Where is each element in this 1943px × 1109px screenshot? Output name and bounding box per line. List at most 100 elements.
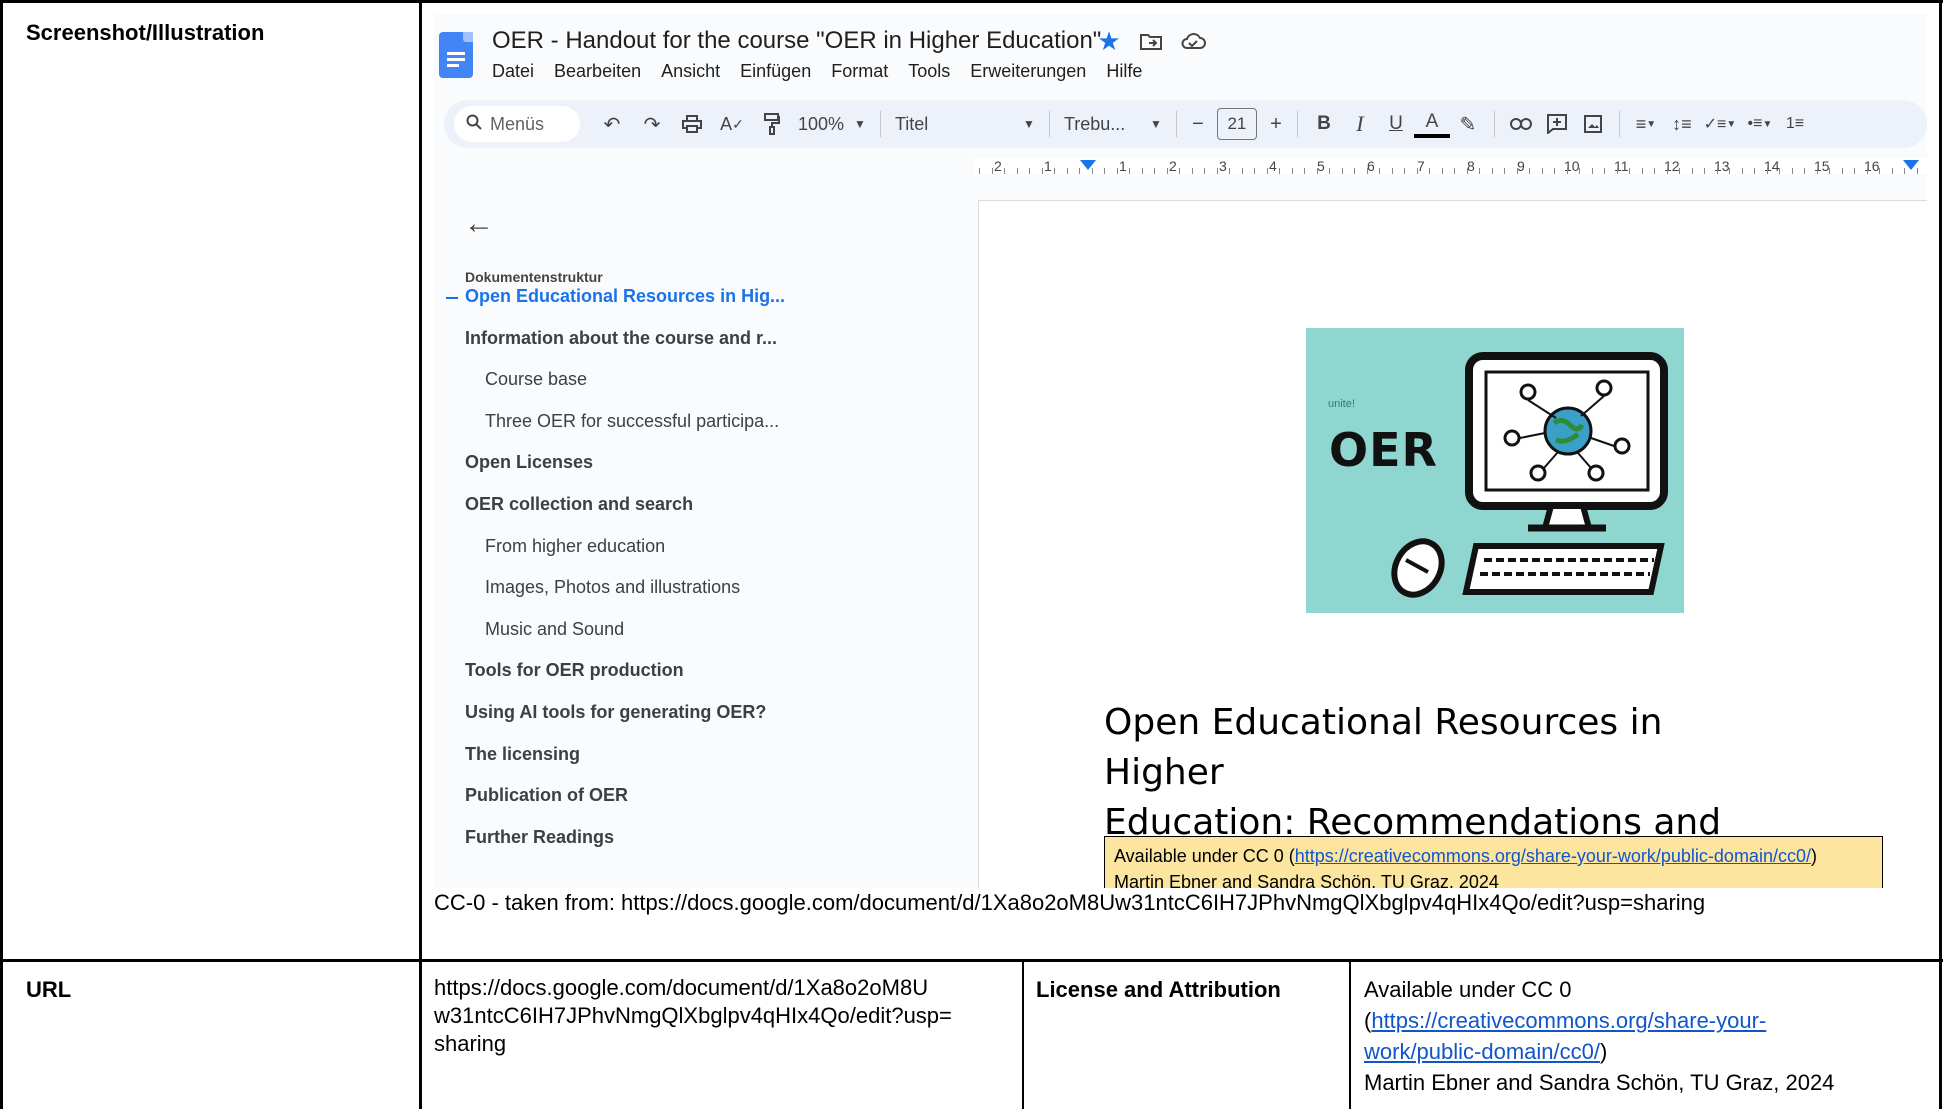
license-link-part-1[interactable]: https://creativecommons.org/share-your- xyxy=(1371,1008,1766,1033)
italic-button[interactable]: I xyxy=(1342,104,1378,144)
ruler-tick xyxy=(1616,168,1618,174)
license-cell: Available under CC 0 (https://creativeco… xyxy=(1364,974,1834,1098)
title-line-1: Open Educational Resources in Higher xyxy=(1104,702,1663,793)
spellcheck-icon[interactable]: A ✓ xyxy=(712,104,752,144)
ruler-tick xyxy=(1566,168,1568,174)
search-icon xyxy=(466,114,482,135)
outline-item[interactable]: The licensing xyxy=(465,744,580,765)
menu-item-bearbeiten[interactable]: Bearbeiten xyxy=(554,61,641,82)
link-icon[interactable] xyxy=(1503,104,1539,144)
license-box-link[interactable]: https://creativecommons.org/share-your-w… xyxy=(1295,846,1811,866)
outline-item[interactable]: Images, Photos and illustrations xyxy=(485,577,740,598)
menu-search[interactable]: Menüs xyxy=(454,106,580,142)
ruler-tick xyxy=(1791,168,1793,174)
bullet-list-icon[interactable]: •≡ ▼ xyxy=(1740,104,1780,144)
ruler-tick xyxy=(1254,168,1255,174)
ruler-tick xyxy=(1679,168,1680,174)
ruler-label: 4 xyxy=(1269,158,1277,174)
outline-item[interactable]: Course base xyxy=(485,369,587,390)
document-title[interactable]: OER - Handout for the course "OER in Hig… xyxy=(492,27,1101,55)
toolbar-divider xyxy=(879,111,881,137)
menu-item-einfügen[interactable]: Einfügen xyxy=(740,61,811,82)
table-border-left xyxy=(0,0,3,1109)
ruler-tick xyxy=(1904,168,1905,174)
outline-item[interactable]: Using AI tools for generating OER? xyxy=(465,702,766,723)
outline-item[interactable]: Three OER for successful participa... xyxy=(485,411,779,432)
ruler-label: 2 xyxy=(1169,158,1177,174)
font-size-increase-button[interactable]: + xyxy=(1263,104,1289,144)
zoom-select[interactable]: 100% ▼ xyxy=(792,104,872,144)
ruler-tick xyxy=(1091,168,1093,174)
ruler-tick xyxy=(1291,168,1293,174)
ruler-tick xyxy=(1316,168,1318,174)
line-spacing-icon[interactable]: ↕≡ xyxy=(1664,104,1700,144)
license-box-suffix: ) xyxy=(1810,846,1817,866)
font-size-decrease-button[interactable]: − xyxy=(1185,104,1211,144)
align-icon[interactable]: ≡ ▼ xyxy=(1628,104,1664,144)
ruler-tick xyxy=(1654,168,1655,174)
docs-logo-icon[interactable] xyxy=(439,32,473,78)
indent-marker-icon[interactable] xyxy=(1080,160,1096,170)
outline-item[interactable]: Further Readings xyxy=(465,827,614,848)
outline-item[interactable]: Open Educational Resources in Hig... xyxy=(465,286,785,307)
table-border-col2 xyxy=(1022,960,1024,1109)
license-box-line1: Available under CC 0 (https://creativeco… xyxy=(1114,843,1873,869)
outline-item[interactable]: OER collection and search xyxy=(465,494,693,515)
style-select[interactable]: Titel ▼ xyxy=(889,104,1041,144)
menu-item-format[interactable]: Format xyxy=(831,61,888,82)
license-link-part-2[interactable]: work/public-domain/cc0/ xyxy=(1364,1039,1600,1064)
ruler-tick xyxy=(1716,168,1718,174)
paint-format-icon[interactable] xyxy=(752,104,792,144)
numbered-list-icon[interactable]: 1≡ xyxy=(1780,104,1810,144)
ruler-tick xyxy=(1754,168,1755,174)
checklist-icon[interactable]: ✓≡ ▼ xyxy=(1700,104,1740,144)
menu-item-erweiterungen[interactable]: Erweiterungen xyxy=(970,61,1086,82)
ruler-label: 3 xyxy=(1219,158,1227,174)
ruler-tick xyxy=(1729,168,1730,174)
outline-item[interactable]: Music and Sound xyxy=(485,619,624,640)
highlight-icon[interactable]: ✎ xyxy=(1450,104,1486,144)
screenshot-caption: CC-0 - taken from: https://docs.google.c… xyxy=(434,890,1706,915)
ruler-tick xyxy=(1416,168,1418,174)
outline-item[interactable]: Information about the course and r... xyxy=(465,328,777,349)
text-color-button[interactable]: A xyxy=(1413,110,1450,138)
font-select[interactable]: Trebu... ▼ xyxy=(1058,104,1168,144)
image-icon[interactable] xyxy=(1575,104,1611,144)
ruler-tick xyxy=(1054,168,1055,174)
ruler-tick xyxy=(1129,168,1130,174)
back-arrow-icon[interactable]: ← xyxy=(464,207,494,241)
print-icon[interactable] xyxy=(672,104,712,144)
ruler-tick xyxy=(1591,168,1593,174)
ruler-tick xyxy=(1529,168,1530,174)
ruler-tick xyxy=(1866,168,1868,174)
ruler-tick xyxy=(1454,168,1455,174)
outline-item[interactable]: From higher education xyxy=(485,536,665,557)
redo-icon[interactable]: ↷ xyxy=(632,104,672,144)
outline-item[interactable]: Open Licenses xyxy=(465,452,593,473)
row-label-screenshot: Screenshot/Illustration xyxy=(26,20,265,45)
toolbar-items: ↶ ↷ A✓ 100% ▼ Titel ▼ Trebu... ▼ − 21 + xyxy=(592,100,1810,148)
comment-icon[interactable] xyxy=(1539,104,1575,144)
outline-item[interactable]: Publication of OER xyxy=(465,785,628,806)
move-folder-icon[interactable] xyxy=(1137,27,1165,55)
cloud-status-icon[interactable] xyxy=(1179,27,1207,55)
license-box[interactable]: Available under CC 0 (https://creativeco… xyxy=(1104,836,1883,888)
bold-button[interactable]: B xyxy=(1306,104,1342,144)
menu-item-datei[interactable]: Datei xyxy=(492,61,534,82)
zoom-value: 100% xyxy=(798,113,845,134)
ruler-tick xyxy=(1329,168,1330,174)
star-icon[interactable]: ★ xyxy=(1095,26,1123,56)
menu-item-ansicht[interactable]: Ansicht xyxy=(661,61,720,82)
undo-icon[interactable]: ↶ xyxy=(592,104,632,144)
license-author: Martin Ebner and Sandra Schön, TU Graz, … xyxy=(1364,1070,1835,1095)
outline-item[interactable]: Tools for OER production xyxy=(465,660,684,681)
ruler[interactable]: 2 1 1 2 3 4 5 6 7 8 9 10 11 12 13 14 15 16 xyxy=(974,158,1927,174)
document-page[interactable]: unite! OER Open Educational Resources in… xyxy=(978,200,1927,888)
underline-button[interactable]: U xyxy=(1378,104,1414,144)
menu-item-hilfe[interactable]: Hilfe xyxy=(1106,61,1142,82)
ruler-tick xyxy=(1804,168,1805,174)
ruler-tick xyxy=(1079,168,1080,174)
menu-item-tools[interactable]: Tools xyxy=(908,61,950,82)
ruler-tick xyxy=(1491,168,1493,174)
font-size-input[interactable]: 21 xyxy=(1216,108,1257,140)
